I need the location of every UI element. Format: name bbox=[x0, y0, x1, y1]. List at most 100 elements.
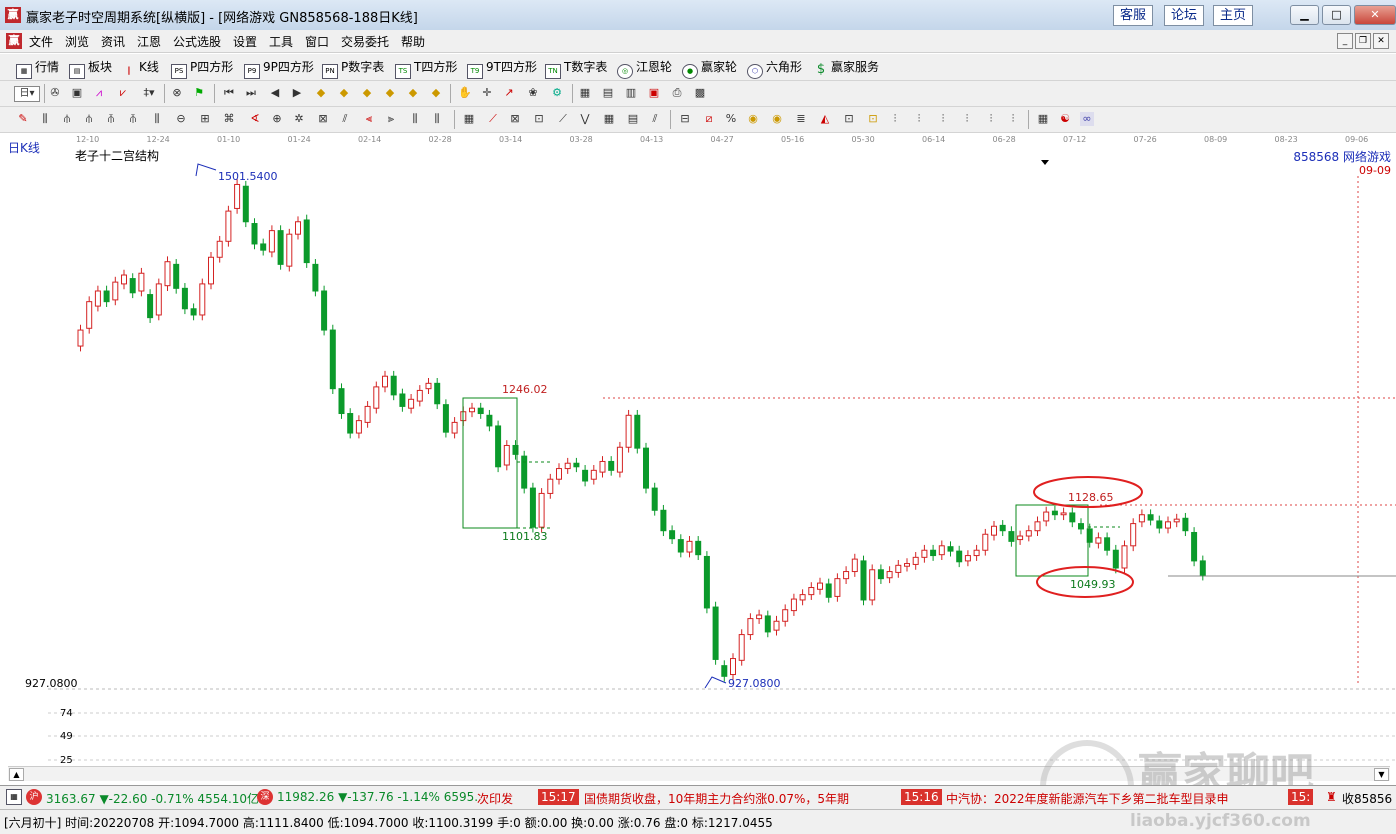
gann-wheel-button[interactable]: ◎ 江恩轮 bbox=[617, 58, 672, 79]
prev-icon[interactable]: ◀ bbox=[268, 86, 282, 100]
fork-tool-icon[interactable]: ⫛ bbox=[60, 112, 74, 126]
menu-gann[interactable]: 江恩 bbox=[137, 33, 161, 50]
first-icon[interactable]: ⏮ bbox=[222, 86, 236, 100]
strategy-icon[interactable]: ⊗ bbox=[170, 86, 184, 100]
cycle3-tool-icon[interactable]: ⫼ bbox=[408, 112, 422, 126]
app-menu-icon[interactable]: 赢 bbox=[6, 33, 22, 49]
gann-box-icon[interactable]: ⊠ bbox=[508, 112, 522, 126]
last-icon[interactable]: ⏭ bbox=[244, 86, 258, 100]
news-item[interactable]: 中汽协：2022年度新能源汽车下乡第二批车型目录申 bbox=[946, 790, 1229, 807]
alarm-icon[interactable]: ♜ bbox=[1326, 790, 1337, 804]
diamond-zoom-out-icon[interactable]: ◆ bbox=[429, 86, 443, 100]
lines5-tool-icon[interactable]: ⫶ bbox=[984, 112, 998, 126]
t-square-button[interactable]: TS T四方形 bbox=[395, 58, 457, 79]
t-number-table-button[interactable]: TN T数字表 bbox=[545, 58, 607, 79]
mdi-restore-button[interactable]: ❐ bbox=[1355, 33, 1371, 49]
fork2-tool-icon[interactable]: ⫛ bbox=[82, 112, 96, 126]
box-tool-icon[interactable]: ⊠ bbox=[316, 112, 330, 126]
lines-tool-icon[interactable]: ⫶ bbox=[888, 112, 902, 126]
maximize-button[interactable]: □ bbox=[1322, 5, 1351, 25]
p-number-table-button[interactable]: PN P数字表 bbox=[322, 58, 384, 79]
ratio-icon[interactable]: ⧄ bbox=[702, 112, 716, 126]
9t-square-button[interactable]: T9 9T四方形 bbox=[467, 58, 537, 79]
minimize-button[interactable]: ▁ bbox=[1290, 5, 1319, 25]
period-dropdown[interactable]: 日▾ bbox=[14, 86, 40, 102]
compass-icon[interactable]: ✇ bbox=[48, 86, 62, 100]
coin-icon[interactable]: ◉ bbox=[746, 112, 760, 126]
table-tool-icon[interactable]: ▦ bbox=[462, 112, 476, 126]
wave-icon[interactable]: ⋁ bbox=[578, 112, 592, 126]
ruler-icon[interactable]: ⊟ bbox=[678, 112, 692, 126]
close-button[interactable]: ✕ bbox=[1354, 5, 1396, 25]
gold-tool-icon[interactable]: ⊡ bbox=[866, 112, 880, 126]
kline-button[interactable]: ┃ K线 bbox=[122, 58, 159, 78]
forum-link[interactable]: 论坛 bbox=[1164, 5, 1205, 26]
hexagon-button[interactable]: ⬡ 六角形 bbox=[747, 58, 802, 79]
fork5-tool-icon[interactable]: ⫼ bbox=[150, 112, 164, 126]
diamond-left-icon[interactable]: ◆ bbox=[314, 86, 328, 100]
gann-square-icon[interactable]: ⊡ bbox=[532, 112, 546, 126]
menu-window[interactable]: 窗口 bbox=[305, 33, 329, 50]
channel-tool-icon[interactable]: ⫽ bbox=[338, 112, 352, 126]
menu-info[interactable]: 资讯 bbox=[101, 33, 125, 50]
scroll-up-icon[interactable]: ▲ bbox=[9, 768, 24, 781]
spiral-tool-icon[interactable]: ⌘ bbox=[222, 112, 236, 126]
fork3-tool-icon[interactable]: ⫚ bbox=[104, 112, 118, 126]
p-square-button[interactable]: PS P四方形 bbox=[171, 58, 233, 79]
bar-chart-icon[interactable]: ⩘ bbox=[92, 86, 106, 100]
gift-icon[interactable]: ❀ bbox=[526, 86, 540, 100]
sheet-icon[interactable]: ▥ bbox=[624, 86, 638, 100]
cycle2-tool-icon[interactable]: ⫸ bbox=[384, 112, 398, 126]
fan-tool-icon[interactable]: ⊕ bbox=[270, 112, 284, 126]
slash-icon[interactable]: ⫽ bbox=[648, 112, 662, 126]
scroll-down-icon[interactable]: ▼ bbox=[1374, 768, 1389, 781]
candle-chart-icon[interactable]: ⩗ bbox=[116, 86, 130, 100]
document-icon[interactable]: ▣ bbox=[70, 86, 84, 100]
bar-type-dropdown[interactable]: ‡▾ bbox=[142, 86, 156, 100]
pencil-icon[interactable]: ✎ bbox=[16, 112, 30, 126]
lines3-tool-icon[interactable]: ⫶ bbox=[936, 112, 950, 126]
infinity-icon[interactable]: ∞ bbox=[1080, 112, 1094, 126]
news-item[interactable]: 国债期货收盘，10年期主力合约涨0.07%，5年期 bbox=[584, 790, 849, 807]
winner-wheel-button[interactable]: ● 赢家轮 bbox=[682, 58, 737, 79]
yin-yang-icon[interactable]: ☯ bbox=[1058, 112, 1072, 126]
grid-tool-icon[interactable]: ⊞ bbox=[198, 112, 212, 126]
diamond-zoom-in-icon[interactable]: ◆ bbox=[406, 86, 420, 100]
price-tool-icon[interactable]: ⊡ bbox=[842, 112, 856, 126]
export-icon[interactable]: ▩ bbox=[693, 86, 707, 100]
report-icon[interactable]: ▤ bbox=[601, 86, 615, 100]
fork4-tool-icon[interactable]: ⫚ bbox=[126, 112, 140, 126]
diamond-right-icon[interactable]: ◆ bbox=[337, 86, 351, 100]
diamond-up-icon[interactable]: ◆ bbox=[360, 86, 374, 100]
lines4-tool-icon[interactable]: ⫶ bbox=[960, 112, 974, 126]
menu-settings[interactable]: 设置 bbox=[233, 33, 257, 50]
shanghai-index[interactable]: 3163.67 ▼-22.60 -0.71% 4554.10亿 bbox=[46, 790, 259, 807]
print-icon[interactable]: ⎙ bbox=[670, 86, 684, 100]
pattern-icon[interactable]: ▤ bbox=[626, 112, 640, 126]
diamond-down-icon[interactable]: ◆ bbox=[383, 86, 397, 100]
star-tool-icon[interactable]: ✲ bbox=[292, 112, 306, 126]
news-fragment[interactable]: 次印发 bbox=[477, 790, 513, 807]
save-icon[interactable]: ▣ bbox=[647, 86, 661, 100]
table-view-icon[interactable]: ▦ bbox=[1036, 112, 1050, 126]
menu-file[interactable]: 文件 bbox=[29, 33, 53, 50]
mdi-minimize-button[interactable]: _ bbox=[1337, 33, 1353, 49]
crosshair-icon[interactable]: ✛ bbox=[480, 86, 494, 100]
menu-help[interactable]: 帮助 bbox=[401, 33, 425, 50]
shenzhen-index[interactable]: 11982.26 ▼-137.76 -1.14% 6595.5 bbox=[277, 790, 477, 804]
lines6-tool-icon[interactable]: ⫶ bbox=[1006, 112, 1020, 126]
settings-icon[interactable]: ⚙ bbox=[550, 86, 564, 100]
matrix-icon[interactable]: ▦ bbox=[602, 112, 616, 126]
circle-tool-icon[interactable]: ⊖ bbox=[174, 112, 188, 126]
fib-icon[interactable]: ≣ bbox=[794, 112, 808, 126]
menu-trade[interactable]: 交易委托 bbox=[341, 33, 389, 50]
menu-tools[interactable]: 工具 bbox=[269, 33, 293, 50]
calendar-icon[interactable]: ▦ bbox=[578, 86, 592, 100]
coin2-icon[interactable]: ◉ bbox=[770, 112, 784, 126]
menu-formula[interactable]: 公式选股 bbox=[173, 33, 221, 50]
arrow-tool-icon[interactable]: ◭ bbox=[818, 112, 832, 126]
cycle-tool-icon[interactable]: ⫷ bbox=[362, 112, 376, 126]
winner-service-button[interactable]: $ 赢家服务 bbox=[814, 58, 879, 76]
customer-service-link[interactable]: 客服 bbox=[1113, 5, 1154, 26]
lines2-tool-icon[interactable]: ⫶ bbox=[912, 112, 926, 126]
